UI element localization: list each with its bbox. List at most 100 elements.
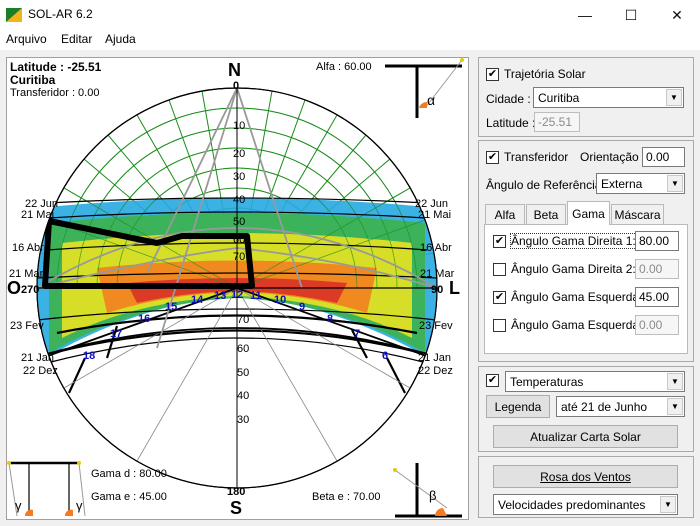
angulo-referencia-select[interactable]: Externa ▼ [596,173,685,194]
trajetoria-group: ✔ Trajetória Solar Cidade : Curitiba ▼ L… [478,57,694,137]
cidade-value: Curitiba [538,90,580,105]
tab-gama[interactable]: Gama [567,201,610,225]
beta-e-readout: Beta e : 70.00 [312,491,381,503]
date-label-left: 21 Jan [21,352,55,364]
altitude-label: 60 [233,234,246,246]
orientacao-label: Orientação : [580,150,646,164]
gama-esquerda-1-field[interactable]: 45.00 [635,287,679,307]
hour-label: 16 [138,313,151,325]
altitude-label: 20 [233,148,246,160]
check-icon: ✔ [493,234,506,248]
hour-label: 18 [83,350,96,362]
gama-esquerda-2-checkbox[interactable]: Ângulo Gama Esquerda 2: [493,318,652,332]
gama-direita-2-checkbox[interactable]: Ângulo Gama Direita 2: [493,262,636,276]
altitude-label: 40 [237,390,250,402]
gama-esquerda-2-field[interactable]: 0.00 [635,315,679,335]
menu-ajuda[interactable]: Ajuda [105,32,136,46]
temperaturas-select[interactable]: Temperaturas ▼ [505,371,685,392]
gama-esquerda-1-checkbox[interactable]: ✔ Ângulo Gama Esquerda 1: [493,290,652,304]
tab-beta[interactable]: Beta [526,204,566,225]
date-label-left: 16 Abr [12,242,44,254]
east-label: L [449,278,460,298]
altitude-label: 40 [233,194,246,206]
cidade-select[interactable]: Curitiba ▼ [533,87,684,108]
menu-arquivo[interactable]: Arquivo [6,32,47,46]
gama-tab-panel: ✔ Ângulo Gama Direita 1: 80.00 Ângulo Ga… [484,224,688,354]
date-label-left: 23 Fev [10,320,44,332]
rosa-dos-ventos-button[interactable]: Rosa dos Ventos [493,465,678,488]
close-button[interactable]: ✕ [654,0,700,30]
west-label: O [7,278,22,298]
atualizar-carta-button[interactable]: Atualizar Carta Solar [493,425,678,448]
menu-editar[interactable]: Editar [61,32,92,46]
altitude-label: 10 [233,120,246,132]
periodo-select[interactable]: até 21 de Junho ▼ [556,396,685,417]
altitude-label: 70 [237,314,250,326]
date-label-right: 22 Dez [418,365,453,377]
window-title: SOL-AR 6.2 [28,7,93,21]
transferidor-group: ✔ Transferidor Orientação : 0.00 Ângulo … [478,140,694,362]
gama-esquerda-1-label: Ângulo Gama Esquerda 1: [511,290,653,304]
hour-label: 7 [354,328,361,340]
date-label-left: 21 Mai [21,209,55,221]
north-label: N [228,60,241,80]
south-label: S [230,498,243,518]
altitude-label: 50 [237,367,250,379]
ventos-group: Rosa dos Ventos Velocidades predominante… [478,456,694,518]
city-readout: Curitiba [10,73,56,87]
hour-label: 13 [214,290,227,302]
chevron-down-icon[interactable]: ▼ [666,89,682,106]
gama-direita-1-checkbox[interactable]: ✔ Ângulo Gama Direita 1: [493,233,637,249]
azimuth-270-label: 270 [21,284,40,296]
checkbox-box [493,318,506,332]
gama-direita-1-label: Ângulo Gama Direita 1: [510,233,637,249]
beta-symbol: β [429,488,437,503]
gamma-symbol-left: γ [15,498,22,513]
gama-direita-1-field[interactable]: 80.00 [635,231,679,251]
cidade-label: Cidade : [486,92,531,106]
check-icon: ✔ [486,67,499,81]
trajetoria-checkbox[interactable]: ✔ Trajetória Solar [486,67,586,81]
altitude-label: 70 [233,251,246,263]
alpha-symbol: α [427,92,436,108]
temperaturas-checkbox[interactable]: ✔ [486,374,504,387]
alfa-readout: Alfa : 60.00 [316,61,372,73]
legenda-button[interactable]: Legenda [486,395,550,418]
beta-diagram [393,463,462,518]
solar-chart-panel[interactable]: Latitude : -25.51 Curitiba Transferidor … [6,57,469,520]
ventos-select[interactable]: Velocidades predominantes ▼ [493,494,678,515]
latitude-field[interactable]: -25.51 [534,112,580,132]
maximize-button[interactable]: ☐ [608,0,654,30]
check-icon: ✔ [493,290,506,304]
checkbox-box [493,262,506,276]
gama-esquerda-2-label: Ângulo Gama Esquerda 2: [511,318,653,332]
hour-label: 14 [191,294,204,306]
maximize-icon: ☐ [624,6,638,23]
chevron-down-icon[interactable]: ▼ [667,398,683,415]
tab-mascara[interactable]: Máscara [611,204,664,225]
minimize-button[interactable]: — [562,0,608,30]
temperaturas-value: Temperaturas [510,374,584,389]
date-label-right: 21 Jan [418,352,452,364]
latitude-readout: Latitude : -25.51 [10,60,102,74]
angulo-referencia-label: Ângulo de Referência: [486,178,605,192]
orientacao-field[interactable]: 0.00 [642,147,685,167]
transferidor-label: Transferidor [504,150,569,164]
altitude-label: 30 [237,414,250,426]
gama-direita-2-label: Ângulo Gama Direita 2: [511,262,636,276]
date-label-left: 22 Dez [23,365,58,377]
ventos-value: Velocidades predominantes [498,497,646,512]
gama-direita-2-field[interactable]: 0.00 [635,259,679,279]
close-icon: ✕ [671,6,683,23]
tab-alfa[interactable]: Alfa [485,204,525,225]
date-label-right: 21 Mai [418,209,452,221]
hour-label: 15 [165,301,178,313]
control-panel: ✔ Trajetória Solar Cidade : Curitiba ▼ L… [478,57,694,520]
check-icon: ✔ [486,374,499,387]
chevron-down-icon[interactable]: ▼ [660,496,676,513]
chevron-down-icon[interactable]: ▼ [667,175,683,192]
hour-label: 17 [110,328,123,340]
chevron-down-icon[interactable]: ▼ [667,373,683,390]
transferidor-checkbox[interactable]: ✔ Transferidor [486,150,568,164]
hour-label: 9 [299,301,306,313]
